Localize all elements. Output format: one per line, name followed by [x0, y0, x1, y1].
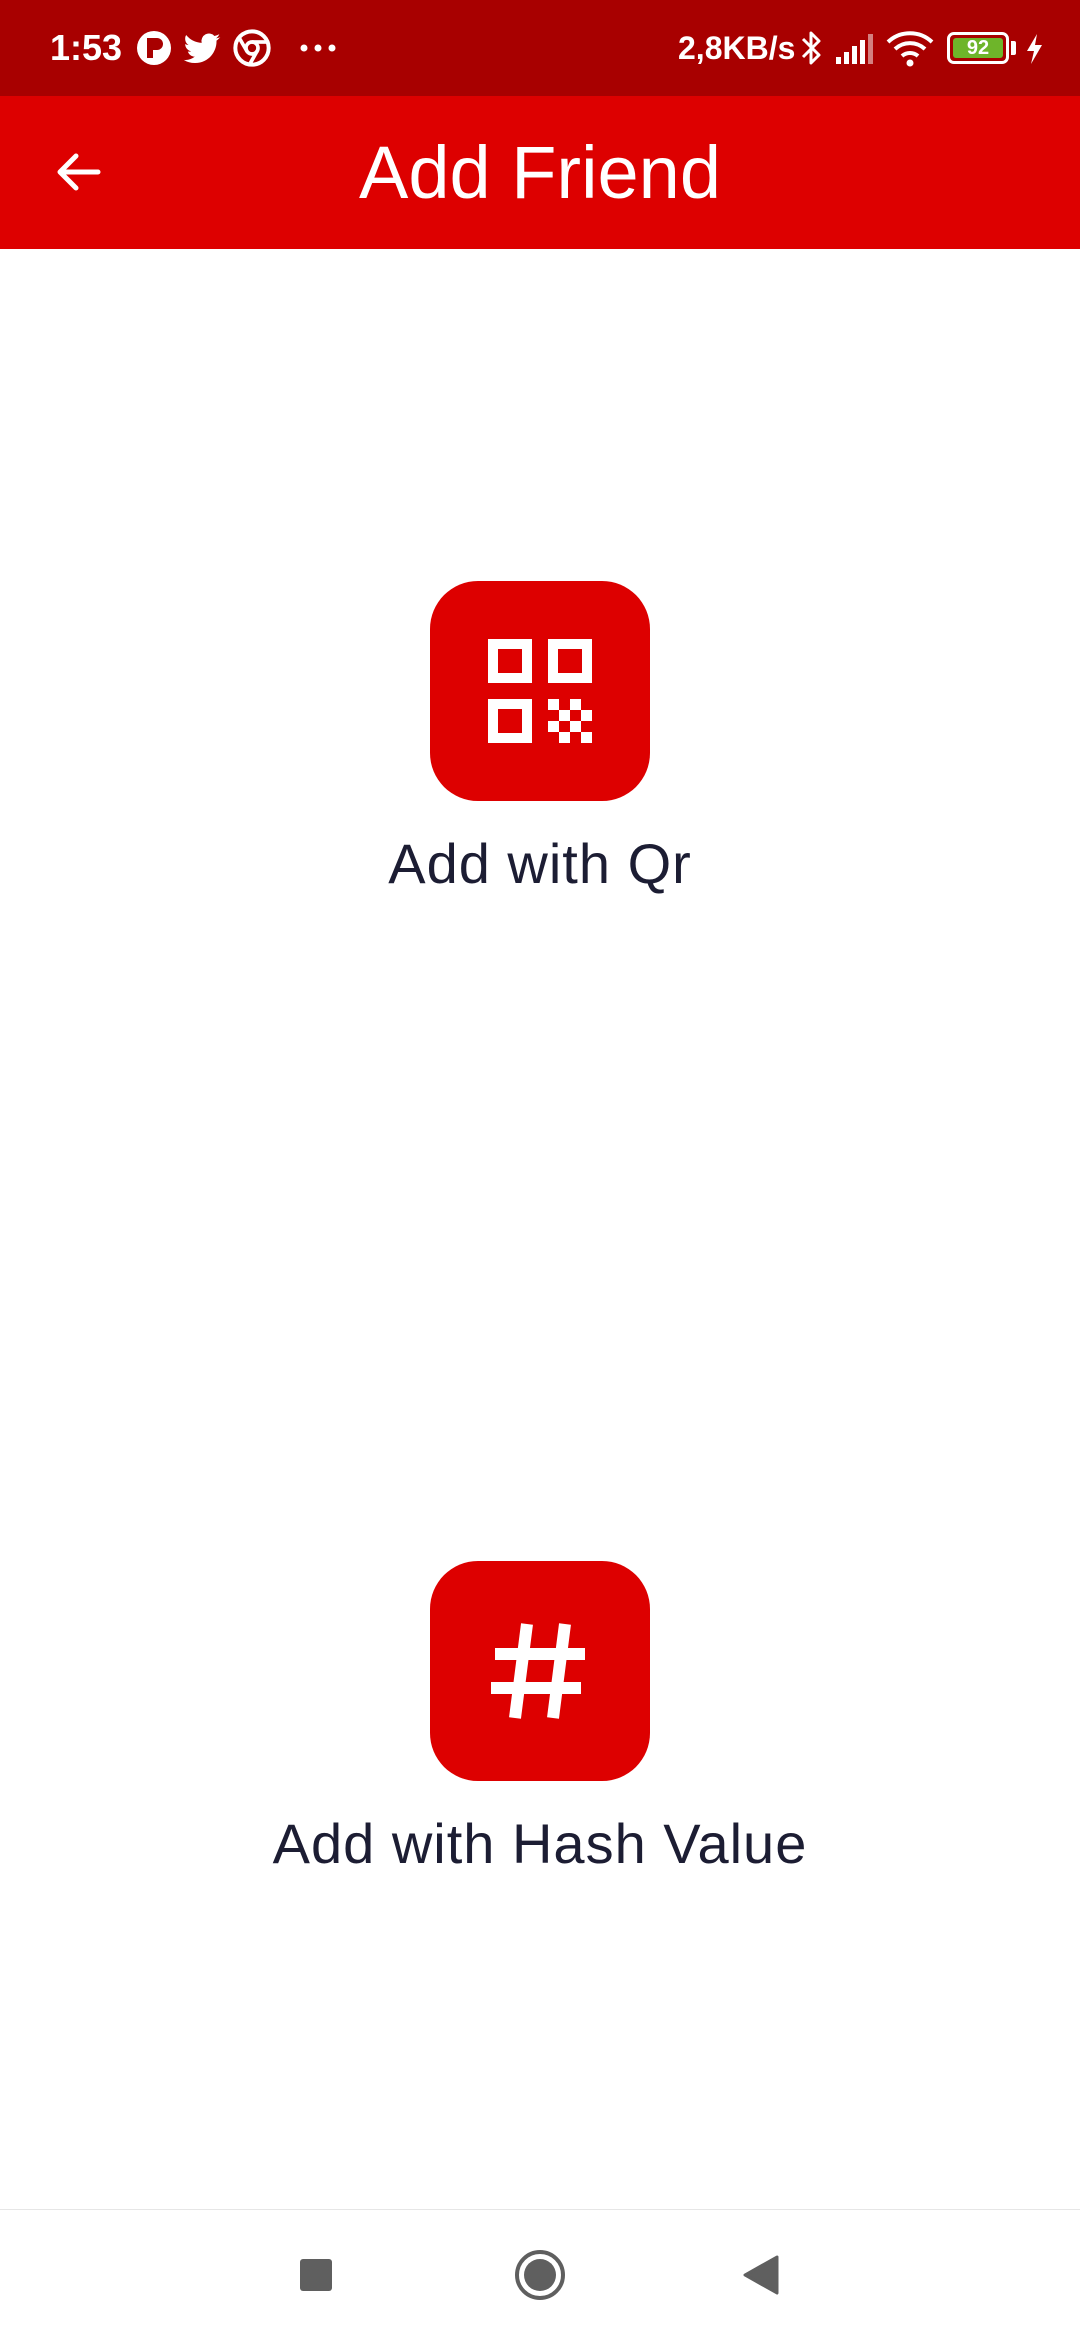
bluetooth-icon — [798, 26, 824, 70]
more-notifications-icon — [296, 26, 340, 70]
wifi-icon — [884, 26, 936, 70]
add-with-qr-option[interactable]: Add with Qr — [0, 581, 1080, 899]
status-bar: 1:53 2,8KB/s 92 — [0, 0, 1080, 96]
notification-app-icon — [134, 26, 174, 70]
home-circle-icon — [515, 2250, 565, 2300]
system-back-button[interactable] — [716, 2230, 806, 2320]
add-with-hash-option[interactable]: Add with Hash Value — [0, 1561, 1080, 1879]
system-nav-bar — [0, 2209, 1080, 2341]
back-button[interactable] — [36, 130, 120, 214]
hash-icon — [491, 1623, 585, 1719]
add-with-qr-label: Add with Qr — [388, 832, 692, 895]
app-bar: Add Friend — [0, 96, 1080, 249]
arrow-back-icon — [57, 153, 101, 191]
add-with-hash-button[interactable] — [430, 1561, 650, 1781]
add-with-hash-label: Add with Hash Value — [272, 1812, 808, 1875]
recents-square-icon — [300, 2259, 332, 2291]
network-speed: 2,8KB/s — [678, 30, 796, 66]
battery-tip — [1011, 41, 1016, 55]
qr-code-icon — [488, 639, 592, 743]
signal-icon — [832, 26, 876, 70]
battery-level: 92 — [953, 38, 1003, 58]
recents-button[interactable] — [271, 2230, 361, 2320]
twitter-icon — [182, 26, 222, 70]
charging-icon — [1022, 26, 1046, 70]
page-title: Add Friend — [359, 131, 721, 214]
home-button[interactable] — [495, 2230, 585, 2320]
back-triangle-icon — [743, 2255, 779, 2295]
battery-icon: 92 — [947, 32, 1009, 64]
status-time: 1:53 — [50, 27, 123, 68]
chrome-icon — [232, 26, 272, 70]
add-with-qr-button[interactable] — [430, 581, 650, 801]
